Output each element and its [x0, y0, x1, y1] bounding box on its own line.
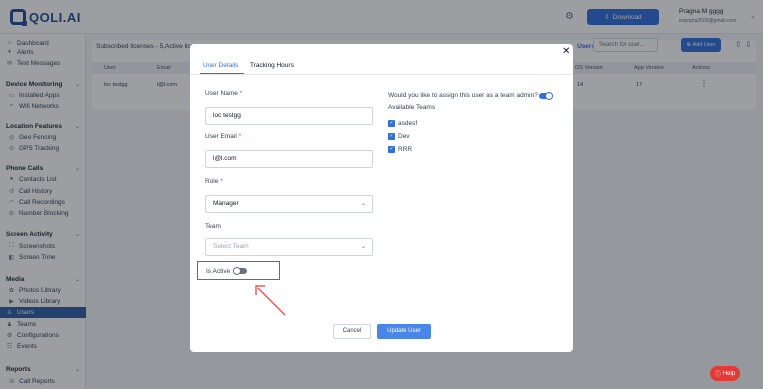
chevron-down-icon: ⌄: [360, 201, 366, 207]
chevron-down-icon: ⌄: [360, 244, 366, 250]
available-teams-label: Available Teams: [388, 104, 436, 111]
team-name-asdesf: asdesf: [398, 120, 418, 127]
highlight-box: [197, 261, 280, 280]
team-label: Team: [205, 223, 221, 230]
team-select[interactable]: Select Team ⌄: [205, 238, 373, 256]
team-select-placeholder: Select Team: [213, 243, 249, 250]
user-name-field[interactable]: loc testgg: [205, 107, 373, 125]
tab-user-details[interactable]: User Details: [203, 62, 238, 69]
role-select[interactable]: Manager ⌄: [205, 195, 373, 213]
team-checkbox-dev[interactable]: ✓: [388, 133, 395, 140]
team-admin-toggle[interactable]: [539, 92, 553, 100]
user-email-field[interactable]: l@l.com: [205, 150, 373, 168]
user-email-label-text: User Email: [205, 133, 237, 140]
annotation-arrow: [255, 285, 286, 316]
help-button[interactable]: ⓘ Help: [710, 366, 740, 381]
required-marker: *: [238, 133, 242, 140]
role-select-value: Manager: [213, 200, 239, 207]
help-icon: ⓘ: [714, 372, 721, 378]
active-tab-indicator: [200, 73, 244, 74]
tab-divider: [190, 74, 573, 75]
required-marker: *: [220, 178, 223, 185]
user-name-label-text: User Name: [205, 90, 238, 97]
team-admin-question: Would you like to assign this user as a …: [388, 92, 538, 99]
role-label-text: Role: [205, 178, 219, 185]
team-name-rrr: RRR: [398, 146, 413, 153]
tab-tracking-hours[interactable]: Tracking Hours: [250, 62, 294, 69]
close-icon[interactable]: ✕: [562, 46, 570, 57]
update-user-button[interactable]: Update User: [377, 324, 431, 339]
cancel-button[interactable]: Cancel: [333, 324, 371, 339]
user-name-label: User Name *: [205, 90, 242, 97]
toggle-knob: [545, 92, 553, 100]
role-label: Role *: [205, 178, 223, 185]
user-email-label: User Email *: [205, 133, 241, 140]
team-name-dev: Dev: [398, 133, 410, 140]
team-checkbox-rrr[interactable]: ✓: [388, 146, 395, 153]
required-marker: *: [239, 90, 243, 97]
help-label: Help: [722, 370, 736, 377]
team-checkbox-asdesf[interactable]: ✓: [388, 120, 395, 127]
